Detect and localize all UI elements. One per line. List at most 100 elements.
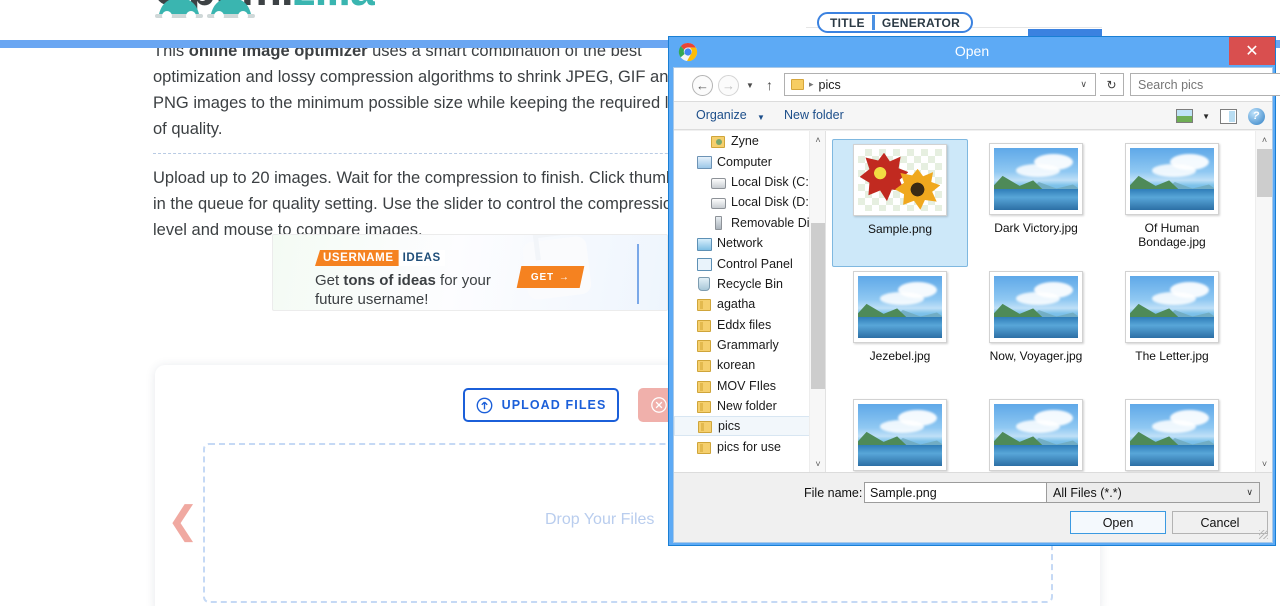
file-item[interactable]: Jezebel.jpg — [832, 267, 968, 395]
forward-button[interactable]: → — [718, 75, 739, 96]
tree-item[interactable]: Local Disk (D:) — [674, 192, 825, 212]
tree-item[interactable]: Computer — [674, 151, 825, 171]
ad-banner[interactable]: USERNAME IDEAS Get tons of ideas for you… — [272, 234, 668, 311]
folder-icon — [791, 79, 804, 90]
help-icon[interactable]: ? — [1246, 106, 1266, 126]
tree-item-label: Network — [717, 236, 763, 251]
folder-icon — [696, 296, 712, 312]
dialog-titlebar[interactable]: Open ✕ — [669, 37, 1275, 67]
tree-item-label: agatha — [717, 297, 756, 312]
ad-badge: USERNAME IDEAS — [315, 250, 445, 266]
tree-item-label: MOV FIles — [717, 378, 777, 393]
file-thumbnail — [1125, 143, 1219, 215]
tree-item[interactable]: pics for use — [674, 436, 825, 456]
chevron-left-icon[interactable]: ❮ — [167, 502, 199, 540]
tree-item[interactable]: korean — [674, 355, 825, 375]
tree-item[interactable]: Network — [674, 233, 825, 253]
tree-item-label: New folder — [717, 399, 777, 414]
ad-cta-button[interactable]: GET → — [516, 266, 585, 288]
tree-item[interactable]: Local Disk (C:) — [674, 172, 825, 192]
view-icon[interactable] — [1174, 106, 1194, 126]
file-item[interactable] — [832, 395, 968, 472]
cancel-button[interactable]: Cancel — [1172, 511, 1268, 534]
refresh-button[interactable]: ↻ — [1100, 73, 1124, 96]
file-thumbnail — [853, 399, 947, 471]
scrollbar-thumb[interactable] — [1257, 149, 1272, 197]
recent-locations-icon[interactable]: ▼ — [746, 81, 754, 90]
title-generator-pill[interactable]: TITLE GENERATOR — [817, 12, 974, 33]
file-type-select[interactable]: All Files (*.*) ∨ — [1046, 482, 1260, 503]
tree-item[interactable]: pics — [674, 416, 825, 437]
tree-item[interactable]: MOV FIles — [674, 376, 825, 396]
back-button[interactable]: ← — [692, 75, 713, 96]
ad-headline: Get tons of ideas for your future userna… — [315, 271, 491, 309]
computer-icon — [696, 154, 712, 170]
scroll-down-icon[interactable]: ˅ — [1256, 455, 1272, 472]
close-icon[interactable]: ✕ — [1229, 37, 1275, 65]
search-box[interactable]: ⚲ — [1130, 73, 1280, 96]
divider — [153, 153, 713, 154]
file-name-label: The Letter.jpg — [1135, 349, 1209, 363]
file-name-field[interactable]: ∨ — [864, 482, 1060, 503]
scrollbar-thumb[interactable] — [811, 223, 825, 389]
up-one-level-icon[interactable]: ↑ — [766, 77, 773, 93]
preview-pane-icon[interactable] — [1218, 106, 1238, 126]
scroll-up-icon[interactable]: ˄ — [810, 131, 825, 148]
scroll-down-icon[interactable]: ˅ — [810, 455, 825, 472]
view-caret-icon[interactable]: ▼ — [1202, 112, 1210, 121]
ad-badge-part1: USERNAME — [315, 250, 399, 266]
tree-item[interactable]: Zyne — [674, 131, 825, 151]
folder-icon — [697, 418, 713, 434]
new-folder-button[interactable]: New folder — [784, 108, 844, 122]
file-name-input[interactable] — [870, 485, 1038, 500]
logo-text-secondary: zilla — [293, 0, 375, 12]
paragraph-1: This online image optimizer uses a smart… — [153, 38, 713, 142]
folder-icon — [696, 337, 712, 353]
search-input[interactable] — [1138, 77, 1278, 92]
ad-badge-part2: IDEAS — [398, 250, 445, 266]
navigation-tree[interactable]: Zyne Computer Local Disk (C:) Local Disk (D… — [674, 131, 826, 472]
upload-arrow-icon — [476, 397, 492, 413]
file-item[interactable] — [1104, 395, 1240, 472]
disk-icon — [710, 194, 726, 210]
chevron-down-icon[interactable]: ∨ — [1246, 487, 1253, 498]
open-button[interactable]: Open — [1070, 511, 1166, 534]
file-list[interactable]: Sample.png Dark Victory.jpg Of Human Bonda… — [826, 131, 1272, 472]
tree-item[interactable]: Removable Dis — [674, 213, 825, 233]
text-cursor-icon — [871, 15, 875, 30]
file-item[interactable]: Now, Voyager.jpg — [968, 267, 1104, 395]
file-item[interactable]: Of Human Bondage.jpg — [1104, 139, 1240, 267]
folder-icon — [696, 357, 712, 373]
chevron-down-icon[interactable]: ▼ — [757, 113, 765, 122]
disk-icon — [710, 174, 726, 190]
file-item[interactable] — [968, 395, 1104, 472]
organize-button[interactable]: Organize — [696, 108, 747, 122]
filelist-scrollbar[interactable]: ˄ ˅ — [1255, 131, 1272, 472]
tree-item[interactable]: Eddx files — [674, 315, 825, 335]
file-name-label: Sample.png — [867, 222, 933, 236]
chevron-down-icon[interactable]: ∨ — [1080, 79, 1087, 90]
ad-headline-post: for your — [435, 272, 491, 289]
clear-circle-x-icon — [651, 397, 667, 413]
dialog-panes: Zyne Computer Local Disk (C:) Local Disk (D… — [674, 131, 1272, 472]
ad-cta-label: GET — [531, 271, 555, 283]
resize-grip[interactable] — [1259, 530, 1268, 539]
tree-item-label: korean — [717, 358, 756, 373]
scroll-up-icon[interactable]: ˄ — [1256, 131, 1272, 148]
tree-item[interactable]: Recycle Bin — [674, 274, 825, 294]
tree-item[interactable]: New folder — [674, 396, 825, 416]
file-name-label: File name: — [804, 486, 863, 500]
file-item[interactable]: Sample.png — [832, 139, 968, 267]
breadcrumb[interactable]: pics — [819, 78, 841, 92]
folder-icon — [696, 439, 712, 455]
tree-item[interactable]: Control Panel — [674, 253, 825, 273]
tree-item[interactable]: agatha — [674, 294, 825, 314]
file-item[interactable]: Dark Victory.jpg — [968, 139, 1104, 267]
address-bar[interactable]: ▸ pics ∨ — [784, 73, 1096, 96]
file-item[interactable]: The Letter.jpg — [1104, 267, 1240, 395]
tree-item[interactable]: Grammarly — [674, 335, 825, 355]
upload-files-button[interactable]: UPLOAD FILES — [463, 388, 619, 422]
dialog-commandbar: Organize ▼ New folder ▼ ? — [674, 102, 1272, 130]
tree-scrollbar[interactable]: ˄ ˅ — [809, 131, 825, 472]
folder-icon — [696, 378, 712, 394]
